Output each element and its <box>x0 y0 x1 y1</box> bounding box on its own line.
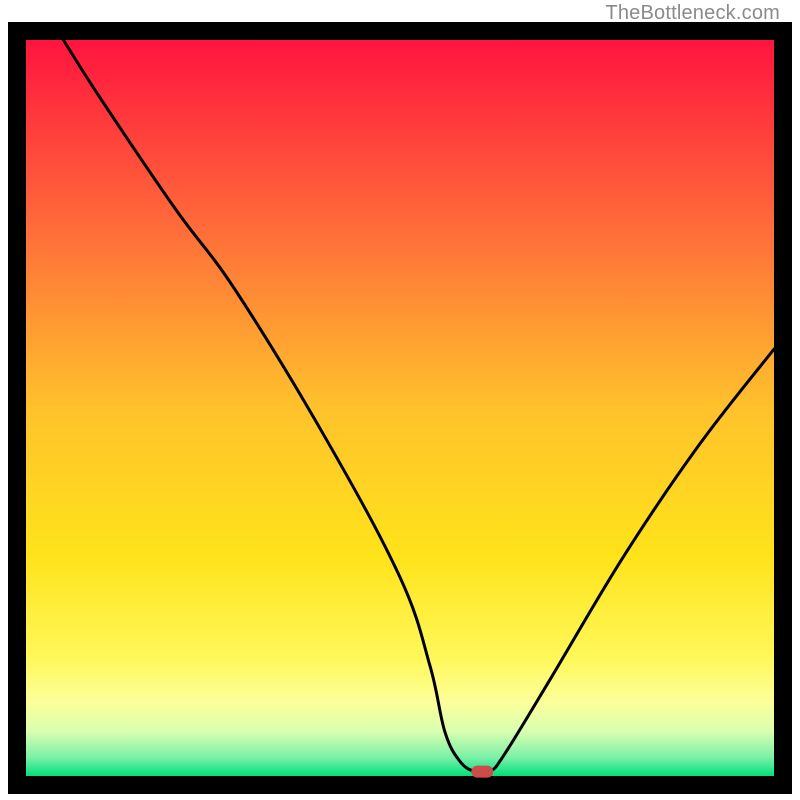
minimum-marker <box>471 766 493 778</box>
chart-svg <box>8 22 792 794</box>
chart-container: TheBottleneck.com <box>0 0 800 800</box>
plot-area <box>8 22 792 794</box>
